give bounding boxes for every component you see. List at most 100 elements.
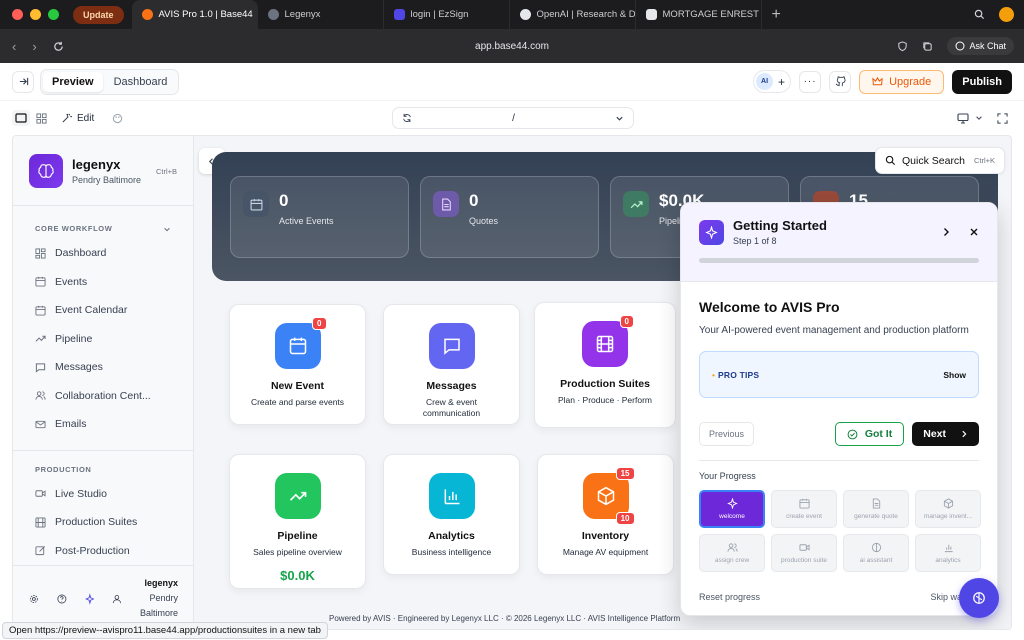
sidebar-item-events[interactable]: Events (13, 268, 193, 297)
tab-ezsign[interactable]: login | EzSign (384, 0, 510, 29)
upgrade-button[interactable]: Upgrade (859, 69, 945, 94)
sidebar-brand: legenyx Pendry Baltimore Ctrl+B (13, 136, 193, 190)
step-create-event[interactable]: create event (771, 490, 837, 528)
card-pipeline[interactable]: Pipeline Sales pipeline overview $0.0K (229, 454, 366, 589)
close-window-button[interactable] (12, 9, 23, 20)
new-tab-icon[interactable]: + (772, 6, 781, 24)
minimize-window-button[interactable] (30, 9, 41, 20)
chevron-up-icon (164, 227, 170, 231)
update-button[interactable]: Update (73, 5, 124, 24)
sidebar-item-dashboard[interactable]: Dashboard (13, 239, 193, 268)
device-selector[interactable] (957, 112, 983, 124)
edit-button[interactable]: Edit (61, 113, 94, 124)
sidebar-item-label: Dashboard (55, 247, 107, 260)
sidebar-item-collaboration[interactable]: Collaboration Cent... (13, 382, 193, 411)
tab-openai[interactable]: OpenAI | Research & D (510, 0, 636, 29)
sidebar-item-pipeline[interactable]: Pipeline (13, 325, 193, 354)
previous-button[interactable]: Previous (699, 422, 755, 446)
publish-button[interactable]: Publish (952, 69, 1012, 94)
step-production-suite[interactable]: production suite (771, 534, 837, 572)
copy-icon[interactable] (922, 41, 933, 52)
users-icon (726, 543, 738, 552)
user-icon[interactable] (112, 593, 122, 605)
route-selector[interactable]: / (392, 107, 634, 129)
status-url: https://preview--avispro11.base44.app/pr… (34, 625, 321, 636)
step-assign-crew[interactable]: assign crew (699, 534, 765, 572)
sidebar-item-production-suites[interactable]: Production Suites (13, 508, 193, 537)
sidebar-item-live-studio[interactable]: Live Studio (13, 480, 193, 509)
brain-icon (871, 542, 881, 553)
tab-search-icon[interactable] (974, 9, 985, 20)
stat-value: 0 (469, 191, 479, 210)
palette-icon (113, 113, 123, 123)
reload-icon[interactable] (53, 41, 64, 52)
reset-progress-button[interactable]: Reset progress (699, 592, 760, 602)
step-analytics[interactable]: analytics (915, 534, 981, 572)
card-production-suites[interactable]: 0 Production Suites Plan · Produce · Per… (534, 302, 676, 428)
ai-assistant-fab[interactable] (959, 578, 999, 618)
maximize-window-button[interactable] (48, 9, 59, 20)
grid-view-button[interactable] (36, 112, 47, 124)
add-collaborator-icon[interactable]: + (775, 75, 788, 89)
github-button[interactable] (829, 70, 852, 93)
section-production[interactable]: PRODUCTION (13, 459, 193, 480)
card-new-event[interactable]: 0 New Event Create and parse events (229, 304, 366, 425)
profile-avatar[interactable] (999, 7, 1014, 22)
chevron-down-icon (976, 116, 982, 120)
panel-expand-icon (19, 77, 28, 86)
tab-mortgage[interactable]: MORTGAGE ENREST - (636, 0, 762, 29)
card-analytics[interactable]: Analytics Business intelligence (383, 454, 520, 575)
refresh-icon[interactable] (402, 113, 412, 123)
users-icon (35, 391, 46, 400)
step-welcome[interactable]: welcome (699, 490, 765, 528)
stat-active-events[interactable]: 0 Active Events (230, 176, 409, 258)
shield-icon[interactable] (897, 40, 908, 52)
card-inventory[interactable]: 15 10 Inventory Manage AV equipment (537, 454, 674, 575)
next-button[interactable]: Next (912, 422, 979, 446)
tab-preview[interactable]: Preview (43, 71, 103, 92)
step-ai-assistant[interactable]: ai assistant (843, 534, 909, 572)
tab-avis-pro[interactable]: AVIS Pro 1.0 | Base44 ✕ (131, 0, 258, 29)
got-it-button[interactable]: Got It (834, 422, 905, 446)
calendar-icon (35, 305, 46, 316)
calendar-icon (798, 498, 810, 509)
settings-icon[interactable] (29, 593, 39, 605)
sidebar-item-messages[interactable]: Messages (13, 353, 193, 382)
sidebar-item-emails[interactable]: Emails (13, 410, 193, 439)
chevron-down-icon (616, 116, 623, 121)
close-icon[interactable] (969, 227, 979, 237)
current-user[interactable]: legenyx Pendry Baltimore (140, 576, 178, 621)
single-view-button[interactable] (12, 110, 30, 126)
stat-quotes[interactable]: 0 Quotes (420, 176, 599, 258)
sidebar-item-post-production[interactable]: Post-Production (13, 537, 193, 566)
tab-dashboard[interactable]: Dashboard (105, 72, 177, 92)
status-prefix: Open (9, 625, 33, 636)
more-options-button[interactable]: ··· (799, 70, 822, 93)
chevron-right-icon[interactable] (941, 227, 951, 237)
tab-legenyx[interactable]: Legenyx (258, 0, 384, 29)
fullscreen-icon[interactable] (997, 112, 1008, 124)
forward-arrow-icon[interactable]: › (32, 39, 36, 54)
back-arrow-icon[interactable]: ‹ (12, 39, 16, 54)
quick-search-button[interactable]: Quick Search Ctrl+K (875, 147, 1005, 174)
step-manage-inventory[interactable]: manage invent... (915, 490, 981, 528)
ask-chat-button[interactable]: Ask Chat (947, 37, 1014, 55)
sidebar-item-event-calendar[interactable]: Event Calendar (13, 296, 193, 325)
palette-button[interactable] (112, 113, 123, 124)
pro-tips-box[interactable]: • PRO TIPS Show (699, 351, 979, 398)
count-badge: 0 (312, 317, 327, 330)
trending-up-icon (623, 191, 649, 217)
card-messages[interactable]: Messages Crew & event communication (383, 304, 520, 425)
help-icon[interactable] (57, 593, 67, 605)
user-name: legenyx (144, 578, 179, 588)
stat-label: Quotes (469, 216, 499, 226)
show-tips-button[interactable]: Show (943, 370, 966, 380)
sparkles-icon[interactable] (84, 592, 95, 605)
bar-chart-icon (944, 544, 953, 553)
brain-icon (973, 592, 985, 604)
ai-collaborators[interactable]: AI + (753, 70, 792, 93)
section-core-workflow[interactable]: CORE WORKFLOW (13, 218, 193, 239)
step-generate-quote[interactable]: generate quote (843, 490, 909, 528)
upgrade-label: Upgrade (889, 75, 932, 88)
toggle-panel-button[interactable] (12, 70, 34, 93)
